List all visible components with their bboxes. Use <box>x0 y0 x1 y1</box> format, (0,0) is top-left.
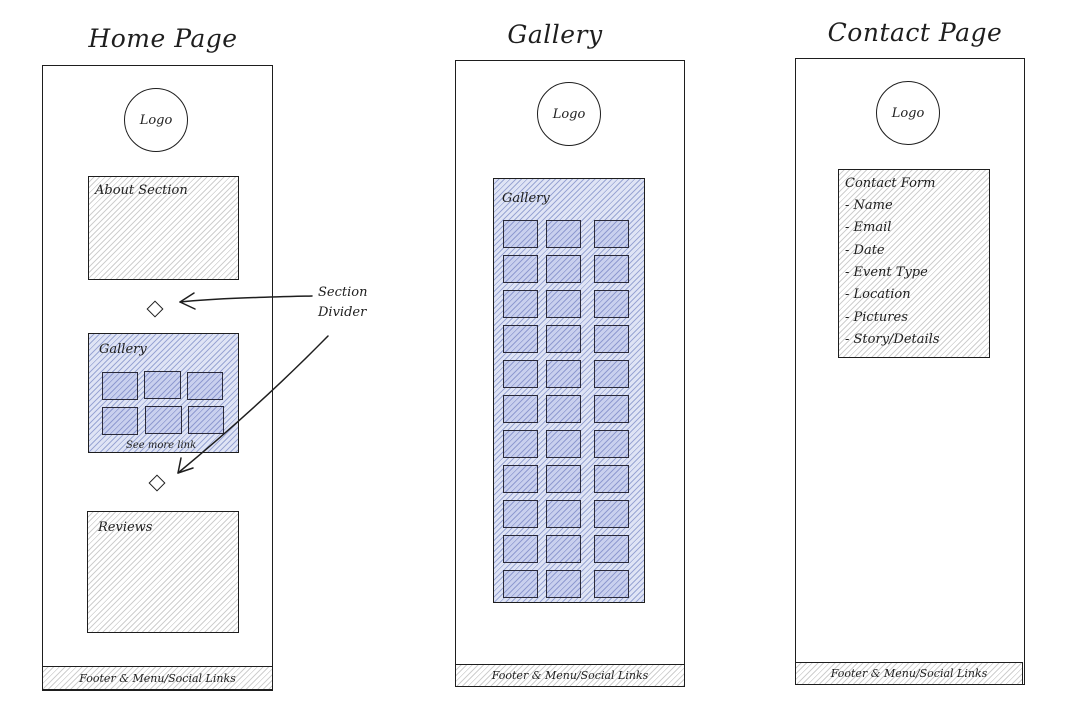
gallery-thumbnail[interactable] <box>594 500 629 528</box>
gallery-logo-label: Logo <box>552 106 586 122</box>
gallery-thumbnail[interactable] <box>546 570 581 598</box>
section-divider-1 <box>146 300 164 318</box>
gallery-thumbnail[interactable] <box>546 220 581 248</box>
gallery-thumbnail[interactable] <box>102 407 138 435</box>
home-footer[interactable]: Footer & Menu/Social Links <box>42 666 273 690</box>
contact-logo-label: Logo <box>891 105 925 121</box>
gallery-thumbnail[interactable] <box>144 371 181 399</box>
home-page-title: Home Page <box>88 24 238 53</box>
gallery-thumbnail[interactable] <box>503 220 538 248</box>
gallery-thumbnail[interactable] <box>546 465 581 493</box>
gallery-thumbnail[interactable] <box>594 535 629 563</box>
gallery-thumbnail[interactable] <box>503 290 538 318</box>
about-section-label: About Section <box>95 183 188 198</box>
gallery-thumbnail[interactable] <box>503 430 538 458</box>
contact-form-field: - Pictures <box>845 309 908 325</box>
gallery-thumbnail[interactable] <box>546 325 581 353</box>
gallery-thumbnail[interactable] <box>187 372 223 400</box>
gallery-thumbnail[interactable] <box>188 406 224 434</box>
contact-form-field: - Story/Details <box>845 331 940 347</box>
contact-page-logo: Logo <box>876 81 940 145</box>
annotation-line-2: Divider <box>318 305 367 320</box>
gallery-thumbnail[interactable] <box>546 255 581 283</box>
gallery-thumbnail[interactable] <box>503 500 538 528</box>
gallery-thumbnail[interactable] <box>546 360 581 388</box>
gallery-thumbnail[interactable] <box>594 430 629 458</box>
gallery-thumbnail[interactable] <box>546 430 581 458</box>
gallery-thumbnail[interactable] <box>594 255 629 283</box>
gallery-thumbnail[interactable] <box>594 360 629 388</box>
home-logo-label: Logo <box>139 112 173 128</box>
gallery-grid-section: Gallery <box>493 178 645 603</box>
gallery-page-logo: Logo <box>537 82 601 146</box>
contact-form-field: - Name <box>845 198 893 213</box>
section-divider-2 <box>148 474 166 492</box>
gallery-footer[interactable]: Footer & Menu/Social Links <box>455 664 685 687</box>
about-section: About Section <box>88 176 239 280</box>
gallery-thumbnail[interactable] <box>594 465 629 493</box>
reviews-label: Reviews <box>98 520 153 535</box>
gallery-thumbnail[interactable] <box>546 395 581 423</box>
home-gallery-section: Gallery See more link <box>88 333 239 453</box>
contact-footer[interactable]: Footer & Menu/Social Links <box>795 662 1023 685</box>
gallery-thumbnail[interactable] <box>546 500 581 528</box>
see-more-link[interactable]: See more link <box>126 440 196 451</box>
gallery-footer-label: Footer & Menu/Social Links <box>491 669 649 682</box>
gallery-thumbnail[interactable] <box>145 406 182 434</box>
gallery-thumbnail[interactable] <box>594 220 629 248</box>
gallery-thumbnail[interactable] <box>546 290 581 318</box>
contact-form-section: Contact Form - Name - Email - Date - Event … <box>838 169 990 358</box>
contact-page-title: Contact Page <box>827 18 1003 47</box>
home-logo: Logo <box>124 88 188 152</box>
contact-form-field: - Location <box>845 287 911 303</box>
contact-page-frame: Logo Contact Form - Name - Email - Date - E… <box>795 58 1025 685</box>
gallery-thumbnail[interactable] <box>594 395 629 423</box>
gallery-thumbnail[interactable] <box>503 325 538 353</box>
contact-form-field: - Email <box>845 220 892 236</box>
gallery-thumbnail[interactable] <box>503 535 538 563</box>
gallery-thumbnail[interactable] <box>503 465 538 493</box>
home-footer-label: Footer & Menu/Social Links <box>79 671 236 685</box>
gallery-page-title: Gallery <box>507 20 603 49</box>
gallery-thumbnail[interactable] <box>102 372 138 400</box>
contact-footer-label: Footer & Menu/Social Links <box>830 667 988 680</box>
gallery-thumbnail[interactable] <box>594 325 629 353</box>
home-gallery-label: Gallery <box>99 342 147 357</box>
contact-form-title: Contact Form <box>845 176 936 191</box>
gallery-thumbnail[interactable] <box>503 395 538 423</box>
gallery-page-frame: Logo Gallery Footer & Menu/Social Links <box>455 60 685 687</box>
contact-form-field: - Event Type <box>845 264 928 280</box>
gallery-grid-label: Gallery <box>502 191 550 206</box>
reviews-section: Reviews <box>87 511 239 633</box>
home-page-frame: Logo About Section Gallery See more link… <box>42 65 273 691</box>
gallery-thumbnail[interactable] <box>503 255 538 283</box>
gallery-thumbnail[interactable] <box>594 570 629 598</box>
gallery-thumbnail[interactable] <box>594 290 629 318</box>
section-divider-annotation: Section Divider <box>318 283 367 323</box>
annotation-line-1: Section <box>318 285 368 300</box>
gallery-thumbnail[interactable] <box>503 360 538 388</box>
contact-form-field: - Date <box>845 242 885 258</box>
gallery-thumbnail[interactable] <box>546 535 581 563</box>
gallery-thumbnail[interactable] <box>503 570 538 598</box>
